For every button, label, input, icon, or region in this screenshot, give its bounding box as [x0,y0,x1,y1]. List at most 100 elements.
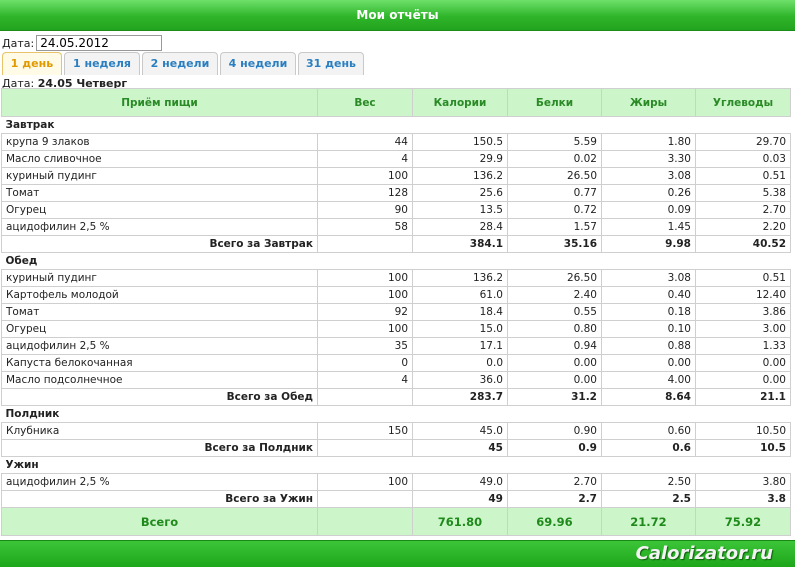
table-cell: 29.9 [412,150,508,168]
report-table: Приём пищи Вес Калории Белки Жиры Углеводы За… [1,88,791,536]
table-cell: 0.94 [507,337,602,355]
section-title: Ужин [1,456,791,474]
table-cell: 0.51 [695,269,791,287]
table-cell: 0.60 [601,422,696,440]
table-cell: 1.80 [601,133,696,151]
table-cell [317,490,413,508]
table-cell: 0.09 [601,201,696,219]
table-cell: 0.40 [601,286,696,304]
table-cell: Огурец [1,201,318,219]
table-cell: 2.20 [695,218,791,236]
table-row: куриный пудинг 100 136.2 26.50 3.08 0.51 [1,269,791,287]
table-cell: 35.16 [507,235,602,253]
section-total-row: Всего за Обед 283.7 31.2 8.64 21.1 [1,388,791,406]
table-cell: 0.0 [412,354,508,372]
table-row: ацидофилин 2,5 % 35 17.1 0.94 0.88 1.33 [1,337,791,355]
table-cell: 5.59 [507,133,602,151]
table-cell: 28.4 [412,218,508,236]
tab-period[interactable]: 4 недели [220,52,296,75]
table-cell: 49.0 [412,473,508,491]
table-header: Приём пищи Вес Калории Белки Жиры Углеводы [1,88,791,117]
table-row: крупа 9 злаков 44 150.5 5.59 1.80 29.70 [1,133,791,151]
table-cell: 2.50 [601,473,696,491]
grand-total-cell: 761.80 [412,507,508,536]
section-total-row: Всего за Ужин 49 2.7 2.5 3.8 [1,490,791,508]
tab-period[interactable]: 1 неделя [64,52,140,75]
table-cell: 92 [317,303,413,321]
table-cell: 0.51 [695,167,791,185]
grand-total-cell: 21.72 [601,507,696,536]
table-cell: 8.64 [601,388,696,406]
date-filter: Дата: [2,34,163,52]
table-cell: 26.50 [507,167,602,185]
tab-period[interactable]: 2 недели [142,52,218,75]
table-cell: 0.72 [507,201,602,219]
section-total-row: Всего за Завтрак 384.1 35.16 9.98 40.52 [1,235,791,253]
section-row: Обед [1,252,791,270]
table-cell: 2.70 [507,473,602,491]
column-header: Калории [412,88,508,117]
table-cell: 17.1 [412,337,508,355]
table-cell: 13.5 [412,201,508,219]
table-cell: 25.6 [412,184,508,202]
table-cell: 36.0 [412,371,508,389]
table-row: Томат 128 25.6 0.77 0.26 5.38 [1,184,791,202]
table-cell: 12.40 [695,286,791,304]
table-cell: Всего за Завтрак [1,235,318,253]
table-cell: Картофель молодой [1,286,318,304]
watermark-logo: Calorizator.ru [635,543,773,564]
table-row: Томат 92 18.4 0.55 0.18 3.86 [1,303,791,321]
table-cell: 26.50 [507,269,602,287]
table-cell: ацидофилин 2,5 % [1,218,318,236]
footer-bar: Calorizator.ru [0,540,795,567]
table-cell: 1.33 [695,337,791,355]
table-cell [317,439,413,457]
table-cell: 10.5 [695,439,791,457]
table-cell: 10.50 [695,422,791,440]
table-row: Масло подсолнечное 4 36.0 0.00 4.00 0.00 [1,371,791,389]
grand-total-cell: 75.92 [695,507,791,536]
table-cell: Всего за Полдник [1,439,318,457]
table-cell: 1.45 [601,218,696,236]
table-cell: 2.7 [507,490,602,508]
table-cell: 0.55 [507,303,602,321]
table-cell: 150 [317,422,413,440]
table-cell: 100 [317,286,413,304]
column-header: Вес [317,88,413,117]
section-total-row: Всего за Полдник 45 0.9 0.6 10.5 [1,439,791,457]
table-cell: Всего за Обед [1,388,318,406]
section-row: Завтрак [1,116,791,134]
table-cell: 4 [317,371,413,389]
table-cell: 0.90 [507,422,602,440]
table-cell: 3.00 [695,320,791,338]
table-cell: 0.88 [601,337,696,355]
tab-period[interactable]: 1 день [2,52,62,75]
table-cell: 384.1 [412,235,508,253]
date-label: Дата: [2,36,35,50]
table-cell: 136.2 [412,167,508,185]
table-cell: 0.18 [601,303,696,321]
table-cell: 0.80 [507,320,602,338]
section-row: Полдник [1,405,791,423]
table-cell: 2.40 [507,286,602,304]
table-cell: 0 [317,354,413,372]
table-cell: 0.77 [507,184,602,202]
table-cell: 58 [317,218,413,236]
tab-period[interactable]: 31 день [298,52,364,75]
section-title: Обед [1,252,791,270]
table-cell: 0.03 [695,150,791,168]
table-cell: 0.9 [507,439,602,457]
table-cell: 100 [317,473,413,491]
table-cell: Всего за Ужин [1,490,318,508]
table-cell: Огурец [1,320,318,338]
table-cell: 90 [317,201,413,219]
table-cell: 2.5 [601,490,696,508]
date-input[interactable] [36,35,163,51]
table-cell: 45 [412,439,508,457]
table-cell: 100 [317,269,413,287]
table-row: Масло сливочное 4 29.9 0.02 3.30 0.03 [1,150,791,168]
column-header: Белки [507,88,602,117]
grand-total-cell: Всего [1,507,318,536]
table-cell: 3.08 [601,269,696,287]
table-cell: 44 [317,133,413,151]
